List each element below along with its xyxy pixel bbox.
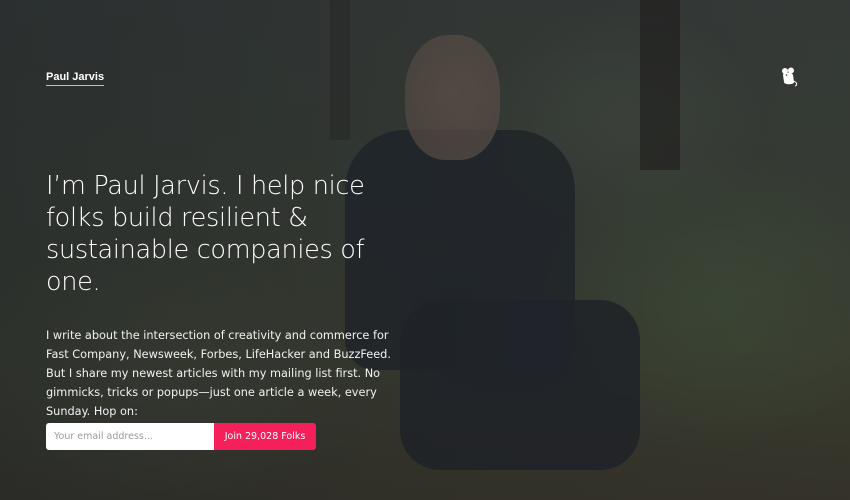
email-input[interactable] [46, 423, 214, 450]
join-button[interactable]: Join 29,028 Folks [214, 423, 316, 450]
hero-intro-text: I write about the intersection of creati… [46, 329, 391, 418]
brand-link[interactable]: Paul Jarvis [46, 71, 105, 86]
hero-headline: I’m Paul Jarvis. I help nice folks build… [46, 171, 365, 297]
newsletter-signup-form: Join 29,028 Folks [46, 423, 316, 450]
mouse-icon[interactable] [778, 66, 800, 88]
hero-section: Paul Jarvis I’m Paul Jarvis. I help nice… [0, 0, 850, 500]
